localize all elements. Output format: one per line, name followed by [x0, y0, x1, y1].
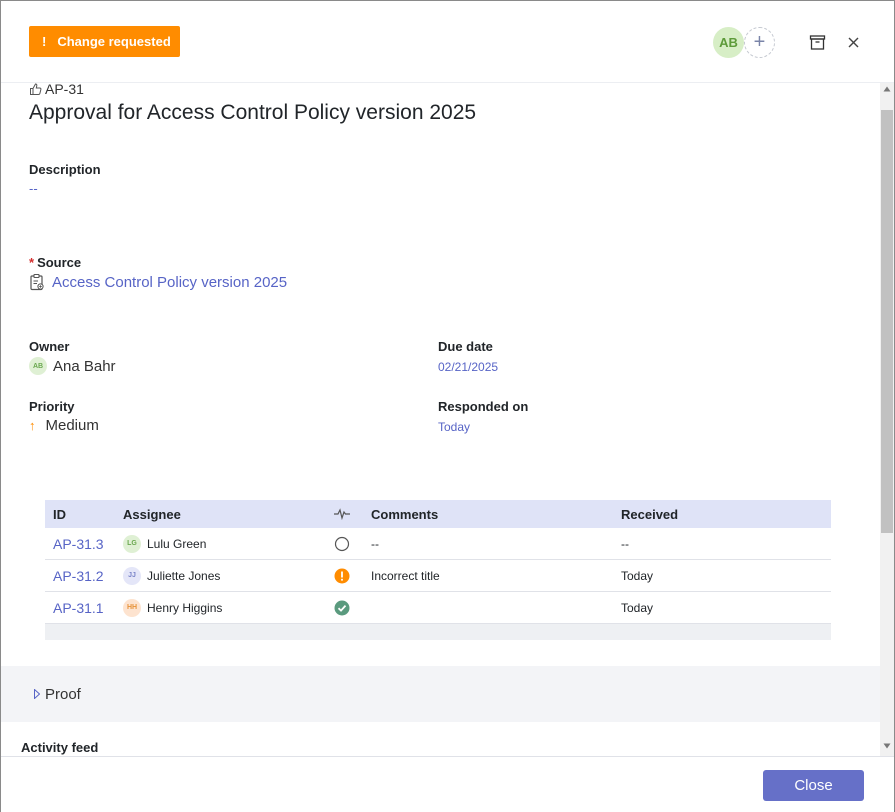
activity-icon — [334, 508, 350, 520]
check-circle-icon — [334, 600, 350, 615]
approvals-table: ID Assignee Comments Received AP-31.3 LG L… — [45, 500, 831, 640]
assignee-name: Juliette Jones — [147, 568, 221, 583]
row-id-link[interactable]: AP-31.3 — [45, 536, 115, 552]
add-member-button[interactable]: + — [744, 27, 775, 58]
column-header-id[interactable]: ID — [45, 507, 115, 522]
owner-avatar: AB — [29, 357, 47, 375]
close-icon — [848, 37, 859, 48]
table-row[interactable]: AP-31.3 LG Lulu Green -- -- — [45, 528, 831, 560]
assignee-name: Henry Higgins — [147, 600, 223, 615]
assignee-avatar: JJ — [123, 566, 141, 585]
owner-name: Ana Bahr — [53, 357, 116, 375]
source-label: * Source — [29, 255, 81, 270]
priority-text: Medium — [45, 417, 99, 434]
column-header-assignee[interactable]: Assignee — [115, 507, 313, 522]
row-comments: Incorrect title — [371, 568, 440, 583]
dialog-header: ! Change requested AB + — [1, 1, 894, 83]
avatar[interactable]: AB — [713, 27, 744, 58]
row-received: Today — [621, 600, 654, 615]
vertical-scrollbar[interactable] — [880, 83, 894, 756]
required-marker: * — [29, 255, 35, 270]
scrollbar-thumb[interactable] — [881, 110, 893, 533]
due-date-value[interactable]: 02/21/2025 — [438, 360, 498, 374]
status-badge-label: Change requested — [57, 34, 171, 49]
approval-dialog: ! Change requested AB + AP-31 Approval f… — [0, 0, 895, 812]
row-received: -- — [621, 536, 629, 551]
priority-label: Priority — [29, 399, 75, 414]
owner-value[interactable]: AB Ana Bahr — [29, 357, 116, 375]
row-status — [313, 568, 371, 584]
archive-button[interactable] — [809, 34, 826, 51]
item-id: AP-31 — [29, 83, 84, 97]
table-row[interactable]: AP-31.1 HH Henry Higgins Today — [45, 592, 831, 624]
column-header-received[interactable]: Received — [621, 507, 831, 522]
warning-circle-icon — [334, 568, 350, 583]
dialog-content: AP-31 Approval for Access Control Policy… — [1, 83, 880, 756]
warning-icon: ! — [42, 34, 47, 49]
table-body: AP-31.3 LG Lulu Green -- -- AP-31.2 JJ Juliette… — [45, 528, 831, 624]
row-received: Today — [621, 568, 654, 583]
close-dialog-button[interactable] — [845, 34, 862, 51]
row-assignee: HH Henry Higgins — [115, 598, 313, 617]
page-title: Approval for Access Control Policy versi… — [29, 101, 477, 124]
activity-feed-heading: Activity feed — [21, 740, 99, 755]
assignee-avatar: LG — [123, 534, 141, 553]
due-date-label: Due date — [438, 339, 493, 354]
row-status — [313, 536, 371, 552]
row-id-link[interactable]: AP-31.2 — [45, 568, 115, 584]
close-button[interactable]: Close — [763, 770, 864, 801]
proof-section-label: Proof — [45, 685, 81, 703]
assignee-avatar: HH — [123, 598, 141, 617]
thumbs-up-icon — [30, 83, 42, 95]
column-header-comments[interactable]: Comments — [371, 507, 621, 522]
item-id-label: AP-31 — [45, 83, 84, 97]
row-id-link[interactable]: AP-31.1 — [45, 600, 115, 616]
dialog-footer: Close — [1, 756, 894, 812]
description-label: Description — [29, 162, 101, 177]
table-footer — [45, 624, 831, 640]
priority-value[interactable]: ↑ Medium — [29, 417, 99, 434]
chevron-right-icon — [34, 689, 40, 699]
scroll-up-arrow[interactable] — [880, 86, 894, 96]
archive-icon — [809, 35, 826, 50]
assignee-name: Lulu Green — [147, 536, 207, 551]
description-value[interactable]: -- — [29, 181, 38, 196]
arrow-up-icon: ↑ — [29, 418, 36, 433]
plus-icon: + — [753, 31, 766, 53]
proof-section[interactable]: Proof — [1, 666, 880, 722]
row-status — [313, 600, 371, 616]
table-row[interactable]: AP-31.2 JJ Juliette Jones Incorrect title To… — [45, 560, 831, 592]
table-header: ID Assignee Comments Received — [45, 500, 831, 528]
caret-up-icon — [883, 86, 891, 92]
column-header-status[interactable] — [313, 508, 371, 520]
owner-label: Owner — [29, 339, 70, 354]
pending-circle-icon — [334, 536, 350, 551]
responded-on-label: Responded on — [438, 399, 529, 414]
caret-down-icon — [883, 743, 891, 749]
row-assignee: JJ Juliette Jones — [115, 566, 313, 585]
source-label-text: Source — [37, 255, 82, 270]
status-badge[interactable]: ! Change requested — [29, 26, 180, 57]
clipboard-icon — [30, 273, 44, 291]
row-comments: -- — [371, 536, 379, 551]
source-link-label: Access Control Policy version 2025 — [52, 273, 288, 291]
scroll-down-arrow[interactable] — [880, 743, 894, 753]
row-assignee: LG Lulu Green — [115, 534, 313, 553]
source-link[interactable]: Access Control Policy version 2025 — [29, 273, 287, 291]
responded-on-value: Today — [438, 420, 471, 434]
